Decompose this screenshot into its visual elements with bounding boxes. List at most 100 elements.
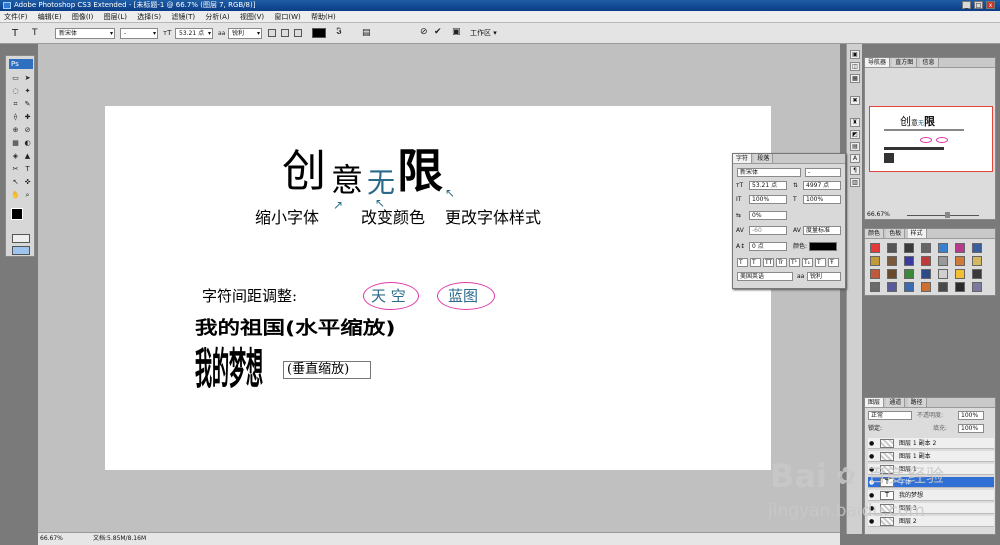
tool-17-icon[interactable]: ✜ — [22, 177, 33, 187]
tool-14-icon[interactable]: ✂ — [10, 164, 21, 174]
tab-navigator[interactable]: 导航器 — [865, 58, 891, 67]
tool-2-icon[interactable]: ◌ — [10, 86, 21, 96]
menu-select[interactable]: 选择(S) — [133, 11, 165, 23]
strip-button-3[interactable]: ▦ — [850, 74, 860, 83]
menu-help[interactable]: 帮助(H) — [307, 11, 340, 23]
strip-button-2[interactable]: ◫ — [850, 62, 860, 71]
font-size-select[interactable]: 53.21 点 — [175, 28, 213, 39]
tab-swatches[interactable]: 色板 — [886, 229, 906, 238]
menu-file[interactable]: 文件(F) — [0, 11, 32, 23]
status-zoom[interactable]: 66.67% — [40, 533, 63, 545]
character-icon[interactable]: A — [850, 154, 860, 163]
char-language[interactable]: 美国英语 — [737, 272, 793, 281]
maximize-button[interactable]: □ — [974, 1, 983, 9]
status-doc-info[interactable]: 文档:5.85M/8.16M — [93, 533, 146, 545]
style-swatch[interactable] — [870, 243, 880, 253]
char-kerning[interactable]: -60 — [749, 226, 787, 235]
menu-edit[interactable]: 编辑(E) — [34, 11, 66, 23]
character-panel-toggle-icon[interactable]: ▤ — [362, 28, 371, 39]
char-style-button[interactable]: T — [737, 258, 748, 267]
tab-color[interactable]: 颜色 — [865, 229, 885, 238]
style-swatch[interactable] — [972, 256, 982, 266]
tool-9-icon[interactable]: ⊘ — [22, 125, 33, 135]
brush-icon[interactable]: ✖ — [850, 96, 860, 105]
style-swatch[interactable] — [870, 282, 880, 292]
navigator-slider-thumb[interactable] — [945, 212, 950, 218]
style-swatch[interactable] — [972, 269, 982, 279]
tool-5-icon[interactable]: ✎ — [22, 99, 33, 109]
tool-preset-icon[interactable]: ▣ — [452, 27, 461, 38]
style-swatch[interactable] — [887, 282, 897, 292]
menu-filter[interactable]: 滤镜(T) — [167, 11, 199, 23]
menu-view[interactable]: 视图(V) — [236, 11, 268, 23]
paragraph-icon[interactable]: ¶ — [850, 166, 860, 175]
char-style-button[interactable]: T — [815, 258, 826, 267]
char-tracking[interactable]: 0% — [749, 211, 787, 220]
strip-button-1[interactable]: ▣ — [850, 50, 860, 59]
style-swatch[interactable] — [904, 282, 914, 292]
tool-19-icon[interactable]: ⌕ — [22, 190, 33, 200]
tab-styles[interactable]: 样式 — [907, 229, 927, 238]
tool-13-icon[interactable]: ▲ — [22, 151, 33, 161]
font-style-select[interactable]: - — [120, 28, 158, 39]
tool-0-icon[interactable]: ▭ — [10, 73, 21, 83]
style-swatch[interactable] — [938, 269, 948, 279]
tool-10-icon[interactable]: ▦ — [10, 138, 21, 148]
clone-icon[interactable]: ♜ — [850, 118, 860, 127]
quick-mask-button[interactable] — [12, 234, 30, 243]
char-leading[interactable]: 4997 点 — [803, 181, 841, 190]
char-style-button[interactable]: Tr — [776, 258, 787, 267]
style-swatch[interactable] — [904, 243, 914, 253]
opacity-field[interactable]: 100% — [958, 411, 984, 420]
align-left-icon[interactable] — [268, 29, 276, 37]
tab-paragraph[interactable]: 段落 — [754, 154, 774, 163]
navigator-zoom-slider[interactable] — [907, 215, 979, 216]
commit-edit-icon[interactable]: ✔ — [434, 27, 442, 38]
style-swatch[interactable] — [921, 269, 931, 279]
char-aa-mode[interactable]: 锐利 — [807, 272, 841, 281]
font-family-select[interactable]: 新宋体 — [55, 28, 115, 39]
navigator-preview[interactable]: 创意无限 — [869, 106, 993, 172]
blend-mode-select[interactable]: 正常 — [868, 411, 912, 420]
style-swatch[interactable] — [904, 256, 914, 266]
char-font-size[interactable]: 53.21 点 — [749, 181, 787, 190]
char-horizontal-scale[interactable]: 100% — [803, 195, 841, 204]
style-swatch[interactable] — [938, 256, 948, 266]
style-swatch[interactable] — [887, 256, 897, 266]
actions-icon[interactable]: ▤ — [850, 142, 860, 151]
tool-16-icon[interactable]: ↖ — [10, 177, 21, 187]
tool-7-icon[interactable]: ✚ — [22, 112, 33, 122]
char-style-button[interactable]: Ŧ — [828, 258, 839, 267]
tab-info[interactable]: 信息 — [919, 58, 939, 67]
workspace-menu[interactable]: 工作区 ▾ — [470, 28, 497, 39]
tool-11-icon[interactable]: ◐ — [22, 138, 33, 148]
char-font-style[interactable]: - — [805, 168, 841, 177]
tab-channels[interactable]: 通道 — [886, 398, 906, 407]
text-orientation-toggle[interactable]: T — [32, 28, 38, 39]
char-vertical-scale[interactable]: 100% — [749, 195, 787, 204]
style-swatch[interactable] — [955, 243, 965, 253]
style-swatch[interactable] — [921, 282, 931, 292]
menu-window[interactable]: 窗口(W) — [270, 11, 304, 23]
style-swatch[interactable] — [938, 282, 948, 292]
style-swatch[interactable] — [870, 269, 880, 279]
tool-8-icon[interactable]: ⊕ — [10, 125, 21, 135]
text-color-swatch[interactable] — [312, 28, 326, 38]
tool-3-icon[interactable]: ✦ — [22, 86, 33, 96]
style-swatch[interactable] — [955, 269, 965, 279]
tab-histogram[interactable]: 直方图 — [892, 58, 918, 67]
document-canvas[interactable]: 创 意 无 限 ↗ ↖ ↖ 缩小字体 改变颜色 更改字体样式 字符间距调整: 天… — [105, 106, 771, 470]
char-baseline[interactable]: 0 点 — [749, 242, 787, 251]
char-color-swatch[interactable] — [809, 242, 837, 251]
menu-image[interactable]: 图像(I) — [68, 11, 98, 23]
type-tool-preset-icon[interactable]: T — [12, 28, 18, 39]
tab-character[interactable]: 字符 — [733, 154, 753, 163]
tool-6-icon[interactable]: ⟠ — [10, 112, 21, 122]
align-center-icon[interactable] — [281, 29, 289, 37]
style-swatch[interactable] — [904, 269, 914, 279]
menu-layer[interactable]: 图层(L) — [100, 11, 131, 23]
tool-4-icon[interactable]: ⌗ — [10, 99, 21, 109]
minimize-button[interactable]: _ — [962, 1, 971, 9]
style-swatch[interactable] — [887, 243, 897, 253]
layer-comps-icon[interactable]: ▥ — [850, 178, 860, 187]
